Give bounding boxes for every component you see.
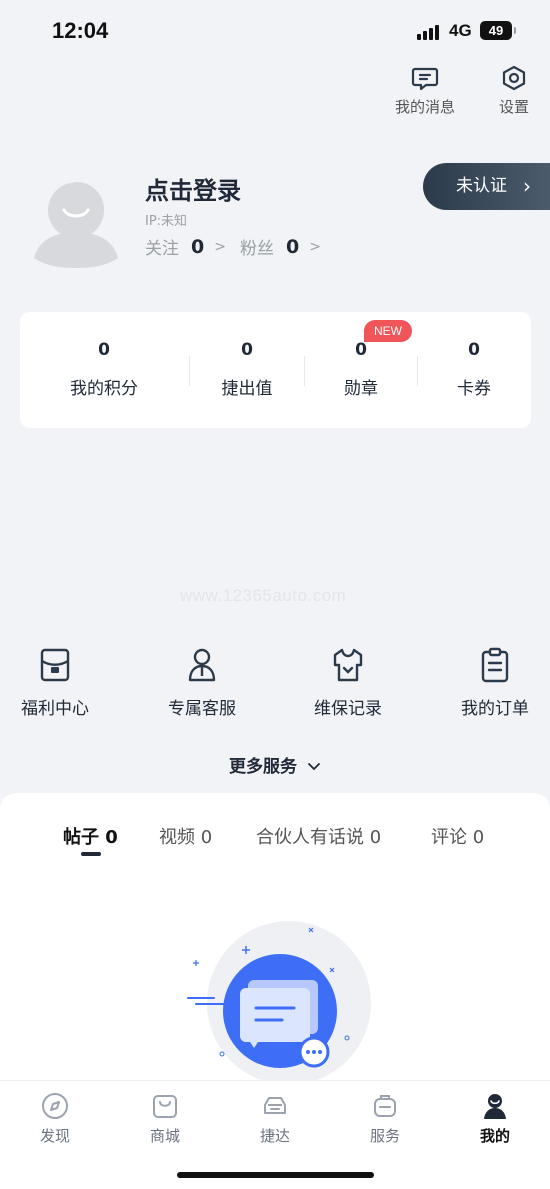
- shopping-bag-icon: [153, 1095, 177, 1118]
- nav-mall[interactable]: 商城: [110, 1091, 220, 1146]
- verify-button[interactable]: 未认证 ›: [423, 163, 550, 210]
- messages-button[interactable]: 我的消息: [390, 64, 460, 117]
- service-customer-agent[interactable]: 专属客服: [147, 646, 257, 719]
- tab-partner-talk[interactable]: 合伙人有话说 0: [256, 823, 381, 849]
- empty-state-illustration: [187, 921, 371, 1085]
- service-label: 专属客服: [168, 699, 236, 719]
- service-my-orders[interactable]: 我的订单: [440, 646, 550, 719]
- battery-icon: 49: [480, 21, 516, 40]
- stat-label: 捷出值: [221, 379, 273, 399]
- tab-comments[interactable]: 评论 0: [431, 823, 484, 849]
- stats-card: 0 我的积分 0 捷出值 0 勋章 NEW 0 卡券: [20, 312, 531, 428]
- ip-location: IP:未知: [145, 214, 188, 229]
- status-bar: 12:04 4G 49: [0, 0, 550, 62]
- stat-label: 卡券: [457, 379, 491, 399]
- network-label: 4G: [449, 21, 472, 40]
- settings-button[interactable]: 设置: [492, 64, 536, 117]
- messages-label: 我的消息: [394, 98, 455, 116]
- shirt-icon: [333, 648, 363, 682]
- verify-label: 未认证: [456, 176, 507, 196]
- stat-points[interactable]: 0 我的积分: [47, 312, 161, 428]
- signal-icon: [417, 24, 443, 40]
- service-welfare-center[interactable]: 福利中心: [0, 646, 110, 719]
- stat-label: 勋章: [344, 379, 378, 399]
- nav-label: 发现: [39, 1127, 70, 1145]
- status-time: 12:04: [52, 18, 109, 43]
- chevron-right-icon: >: [214, 238, 226, 255]
- service-label: 我的订单: [461, 699, 529, 719]
- stat-jetta-value[interactable]: 0 捷出值: [190, 312, 304, 428]
- avatar[interactable]: [34, 180, 118, 268]
- wallet-icon: [40, 648, 70, 682]
- more-services-button[interactable]: 更多服务: [229, 752, 321, 777]
- message-icon: [411, 67, 439, 91]
- car-icon: [264, 1097, 286, 1114]
- stat-value: 0: [468, 340, 480, 360]
- chevron-right-icon: >: [309, 238, 321, 255]
- agent-icon: [188, 648, 216, 682]
- login-prompt[interactable]: 点击登录: [145, 171, 241, 206]
- more-services-label: 更多服务: [229, 757, 297, 777]
- nav-label: 服务: [369, 1127, 400, 1145]
- home-indicator: [177, 1172, 374, 1178]
- watermark: www.12365auto.com: [180, 586, 347, 605]
- stat-value: 0: [241, 340, 253, 360]
- nav-discover[interactable]: 发现: [0, 1091, 110, 1146]
- tab-videos[interactable]: 视频 0: [159, 823, 212, 849]
- new-badge: NEW: [364, 320, 412, 342]
- service-label: 福利中心: [21, 699, 89, 719]
- nav-jetta[interactable]: 捷达: [220, 1091, 330, 1146]
- tab-posts[interactable]: 帖子 0: [63, 823, 118, 849]
- settings-label: 设置: [498, 98, 529, 116]
- service-label: 维保记录: [314, 699, 382, 719]
- service-icon: [374, 1095, 396, 1117]
- stat-value: 0: [355, 340, 367, 360]
- follow-row: 关注 0 > 粉丝 0 >: [145, 234, 335, 260]
- follow-label[interactable]: 关注: [145, 234, 179, 259]
- clipboard-icon: [481, 647, 509, 683]
- fans-count[interactable]: 0: [286, 236, 299, 258]
- nav-service[interactable]: 服务: [330, 1091, 440, 1146]
- follow-count[interactable]: 0: [191, 236, 204, 258]
- nav-profile[interactable]: 我的: [440, 1091, 550, 1146]
- fans-label[interactable]: 粉丝: [240, 234, 274, 259]
- stat-label: 我的积分: [70, 379, 138, 399]
- profile-icon: [484, 1094, 506, 1119]
- stat-coupons[interactable]: 0 卡券: [417, 312, 531, 428]
- gear-icon: [502, 65, 526, 91]
- chevron-down-icon: [308, 763, 320, 771]
- nav-label: 捷达: [259, 1127, 290, 1145]
- compass-icon: [42, 1093, 68, 1119]
- nav-label: 商城: [149, 1127, 180, 1145]
- stat-value: 0: [98, 340, 110, 360]
- tab-active-indicator: [81, 852, 101, 856]
- service-maintenance-record[interactable]: 维保记录: [293, 646, 403, 719]
- nav-label: 我的: [479, 1127, 510, 1145]
- chevron-right-icon: ›: [523, 174, 531, 198]
